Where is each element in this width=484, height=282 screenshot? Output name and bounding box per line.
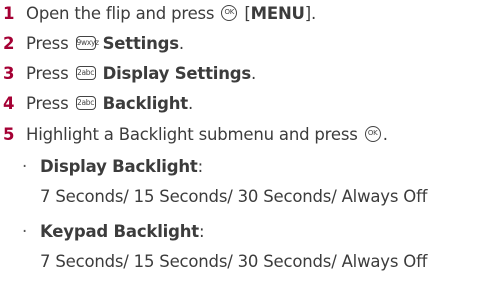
step-text-post: [ (239, 4, 251, 23)
key-2-icon: 2abc (75, 95, 96, 110)
step-number: 1 (3, 4, 15, 23)
step-2: 2 Press 9wxyz Settings. (0, 30, 184, 58)
settings-label: Settings (102, 34, 179, 53)
bullet-dot: · (22, 222, 28, 241)
bullet-dot: · (22, 157, 28, 176)
step-number: 4 (3, 94, 15, 113)
step-number: 3 (3, 64, 15, 83)
submenu-options-display-backlight: 7 Seconds/ 15 Seconds/ 30 Seconds/ Alway… (40, 187, 428, 206)
step-text: Press 2abc Display Settings. (26, 64, 256, 83)
key-9-icon: 9wxyz (75, 35, 99, 50)
step-text-end: . (178, 34, 184, 53)
step-1: 1 Open the flip and press OK [MENU]. (0, 0, 316, 28)
step-4: 4 Press 2abc Backlight. (0, 90, 193, 118)
step-text-pre: Highlight a Backlight submenu and press (26, 125, 363, 144)
submenu-item-display-backlight: · Display Backlight: (22, 153, 203, 181)
step-text-pre: Press (26, 64, 74, 83)
ok-key-icon: OK (221, 4, 238, 21)
submenu-item-keypad-backlight: · Keypad Backlight: (22, 218, 205, 246)
step-text: Highlight a Backlight submenu and press … (26, 125, 388, 144)
step-text: Press 9wxyz Settings. (26, 34, 184, 53)
step-text: Open the flip and press OK [MENU]. (26, 4, 316, 23)
submenu-item-colon: : (198, 222, 205, 241)
ok-key-icon: OK (364, 125, 381, 142)
submenu-item-colon: : (197, 157, 204, 176)
step-text-end: . (188, 94, 194, 113)
step-5: 5 Highlight a Backlight submenu and pres… (0, 121, 388, 149)
step-text-pre: Open the flip and press (26, 4, 220, 23)
step-3: 3 Press 2abc Display Settings. (0, 60, 256, 88)
step-number: 5 (3, 125, 15, 144)
step-text: Press 2abc Backlight. (26, 94, 193, 113)
step-text-pre: Press (26, 94, 74, 113)
display-settings-label: Display Settings (102, 64, 252, 83)
submenu-item-title: Keypad Backlight (40, 222, 199, 241)
step-number: 2 (3, 34, 15, 53)
step-text-end: . (251, 64, 257, 83)
submenu-item-title: Display Backlight (40, 157, 198, 176)
step-text-end: ]. (304, 4, 317, 23)
instruction-list: 1 Open the flip and press OK [MENU]. 2 P… (0, 0, 484, 282)
menu-label: MENU (250, 4, 305, 23)
backlight-label: Backlight (102, 94, 189, 113)
key-2-icon: 2abc (75, 65, 96, 80)
step-text-pre: Press (26, 34, 74, 53)
submenu-options-keypad-backlight: 7 Seconds/ 15 Seconds/ 30 Seconds/ Alway… (40, 252, 428, 271)
step-text-end: . (382, 125, 388, 144)
